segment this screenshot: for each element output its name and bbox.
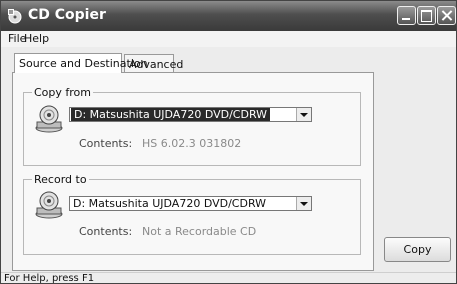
tab-source-and-destination[interactable]: Source and Destination: [14, 53, 148, 73]
status-bar: For Help, press F1: [1, 272, 456, 283]
cd-drive-icon: [35, 191, 63, 219]
record-to-legend: Record to: [32, 173, 89, 186]
chevron-down-icon[interactable]: [296, 197, 311, 210]
record-to-drive-select[interactable]: D: Matsushita UJDA720 DVD/CDRW: [69, 196, 312, 211]
record-to-group: Record to D: Matsushita UJDA720 DVD/CDRW…: [23, 173, 361, 255]
copy-from-group: Copy from D: Matsushita UJDA720 DVD/CDRW…: [23, 86, 361, 166]
cd-copier-app-icon: [8, 9, 22, 24]
copy-from-drive-select[interactable]: D: Matsushita UJDA720 DVD/CDRW: [69, 107, 312, 122]
copy-from-legend: Copy from: [32, 86, 93, 99]
title-bar[interactable]: CD Copier: [1, 1, 456, 31]
copy-from-drive-value: D: Matsushita UJDA720 DVD/CDRW: [71, 108, 271, 121]
menu-help[interactable]: Help: [24, 32, 49, 45]
record-to-drive-value: D: Matsushita UJDA720 DVD/CDRW: [73, 197, 267, 210]
window-title: CD Copier: [28, 7, 106, 23]
app-window: CD Copier File Help Source and Destinati…: [0, 0, 457, 284]
close-button[interactable]: [437, 6, 456, 25]
maximize-button[interactable]: [417, 6, 436, 25]
minimize-button[interactable]: [397, 6, 416, 25]
record-to-contents-value: Not a Recordable CD: [142, 225, 257, 238]
copy-button[interactable]: Copy: [384, 237, 451, 262]
chevron-down-icon[interactable]: [296, 108, 311, 121]
record-to-contents-label: Contents:: [79, 225, 133, 238]
cd-drive-icon: [35, 105, 63, 133]
copy-from-contents-label: Contents:: [79, 137, 133, 150]
tab-panel-source-and-destination: Copy from D: Matsushita UJDA720 DVD/CDRW…: [12, 72, 374, 271]
menu-bar: File Help: [1, 31, 456, 47]
copy-from-contents-value: HS 6.02.3 031802: [142, 137, 242, 150]
